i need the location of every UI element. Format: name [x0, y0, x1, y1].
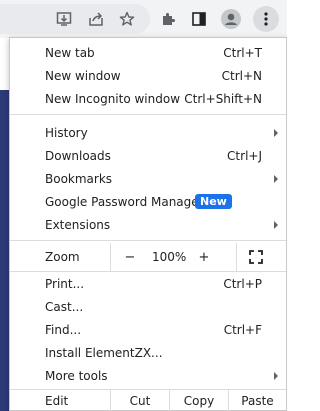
menu-item-shortcut: Ctrl+F [223, 322, 262, 337]
browser-window: New tab Ctrl+T New window Ctrl+N New Inc… [0, 0, 287, 411]
menu-item-label: Install ElementZX... [45, 345, 163, 360]
submenu-arrow-icon [274, 128, 278, 137]
zoom-in-button[interactable]: + [194, 247, 214, 267]
menu-item-extensions[interactable]: Extensions [10, 213, 286, 236]
page-accent-bar [0, 90, 9, 411]
menu-item-history[interactable]: History [10, 121, 286, 144]
menu-item-label: Bookmarks [45, 171, 113, 186]
submenu-arrow-icon [274, 174, 278, 183]
profile-icon[interactable] [221, 9, 241, 29]
star-icon[interactable] [117, 9, 137, 29]
submenu-arrow-icon [274, 220, 278, 229]
menu-item-shortcut: Ctrl+J [227, 148, 262, 163]
copy-button[interactable]: Copy [170, 390, 228, 411]
menu-item-label: Extensions [45, 217, 111, 232]
edit-row: Edit Cut Copy Paste [10, 390, 286, 411]
menu-item-shortcut: Ctrl+Shift+N [184, 91, 262, 106]
zoom-label: Zoom [45, 250, 80, 264]
zoom-divider [110, 243, 111, 271]
zoom-row: Zoom − 100% + [10, 243, 286, 271]
submenu-arrow-icon [274, 371, 278, 380]
menu-item-label: History [45, 125, 88, 140]
menu-item-print[interactable]: Print... Ctrl+P [10, 272, 286, 295]
menu-item-label: Cast... [45, 299, 84, 314]
menu-item-label: More tools [45, 368, 108, 383]
zoom-level: 100% [152, 250, 187, 264]
menu-item-new-incognito-window[interactable]: New Incognito window Ctrl+Shift+N [10, 87, 286, 110]
page-content-sliver [0, 38, 9, 411]
side-panel-icon[interactable] [189, 9, 209, 29]
extensions-icon[interactable] [158, 9, 178, 29]
menu-item-label: Downloads [45, 148, 111, 163]
menu-item-shortcut: Ctrl+T [223, 45, 262, 60]
menu-item-new-window[interactable]: New window Ctrl+N [10, 64, 286, 87]
browser-toolbar [0, 0, 287, 38]
zoom-divider [236, 243, 237, 271]
menu-item-cast[interactable]: Cast... [10, 295, 286, 318]
menu-separator [10, 240, 286, 241]
menu-item-bookmarks[interactable]: Bookmarks [10, 167, 286, 190]
menu-item-find[interactable]: Find... Ctrl+F [10, 318, 286, 341]
menu-item-shortcut: Ctrl+N [221, 68, 262, 83]
menu-item-label: New window [45, 68, 121, 83]
edit-label: Edit [45, 394, 69, 408]
menu-item-shortcut: Ctrl+P [223, 276, 262, 291]
install-icon[interactable] [54, 9, 74, 29]
menu-item-label: Google Password Manager [45, 194, 204, 209]
menu-item-label: Print... [45, 276, 85, 291]
zoom-out-button[interactable]: − [120, 247, 140, 267]
paste-button[interactable]: Paste [229, 390, 286, 411]
menu-item-more-tools[interactable]: More tools [10, 364, 286, 387]
menu-item-new-tab[interactable]: New tab Ctrl+T [10, 41, 286, 64]
more-menu-icon[interactable] [253, 6, 279, 32]
cut-button[interactable]: Cut [111, 390, 169, 411]
fullscreen-icon[interactable] [246, 247, 266, 267]
new-badge: New [195, 194, 232, 209]
menu-item-label: Find... [45, 322, 82, 337]
menu-separator [10, 114, 286, 115]
menu-item-label: New tab [45, 45, 95, 60]
menu-item-password-manager[interactable]: Google Password Manager New [10, 190, 286, 213]
share-icon[interactable] [86, 9, 106, 29]
menu-item-downloads[interactable]: Downloads Ctrl+J [10, 144, 286, 167]
menu-item-install-app[interactable]: Install ElementZX... [10, 341, 286, 364]
menu-item-label: New Incognito window [45, 91, 181, 106]
browser-menu: New tab Ctrl+T New window Ctrl+N New Inc… [9, 37, 287, 411]
